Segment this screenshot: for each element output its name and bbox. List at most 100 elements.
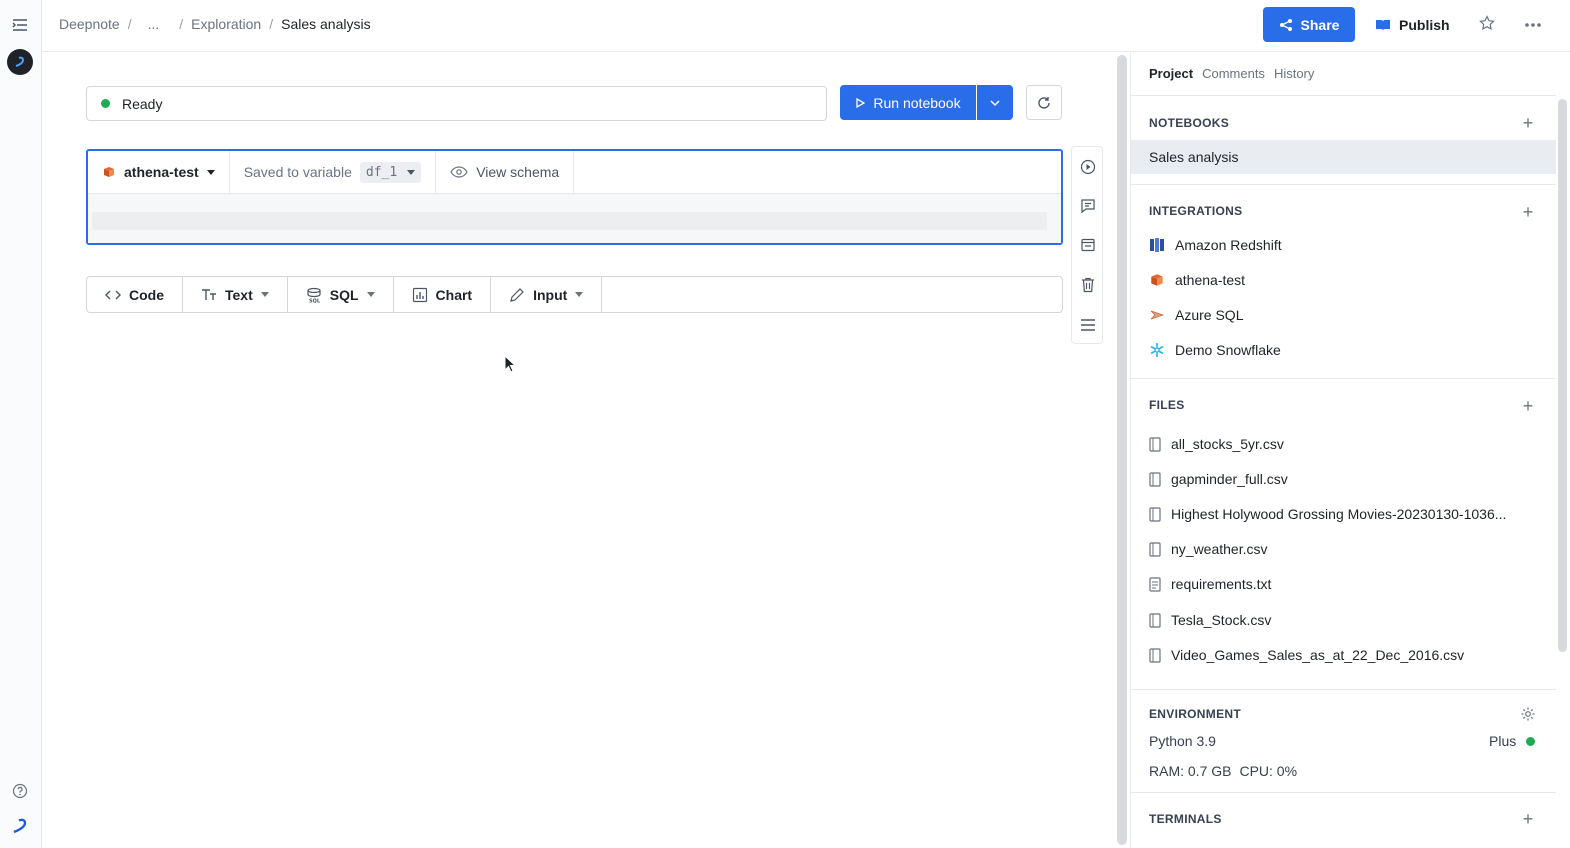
python-version: Python 3.9 — [1149, 733, 1216, 749]
svg-text:SQL: SQL — [309, 298, 321, 303]
book-icon — [1376, 19, 1390, 31]
cell-output-icon[interactable] — [1078, 235, 1098, 255]
file-item[interactable]: all_stocks_5yr.csv — [1149, 436, 1284, 452]
refresh-icon — [1038, 96, 1050, 109]
integration-item[interactable]: athena-test — [1149, 272, 1245, 288]
plan-badge[interactable]: Plus — [1489, 733, 1536, 749]
file-name: Highest Holywood Grossing Movies-2023013… — [1171, 506, 1507, 522]
add-code-label: Code — [129, 286, 164, 303]
integration-item[interactable]: Azure SQL — [1149, 307, 1243, 323]
plan-text: Plus — [1489, 733, 1517, 749]
mouse-cursor-icon — [504, 354, 517, 378]
sql-editor[interactable] — [88, 194, 1061, 243]
file-item[interactable]: Highest Holywood Grossing Movies-2023013… — [1149, 506, 1506, 522]
ram-usage: RAM: 0.7 GB — [1149, 763, 1232, 779]
tab-project[interactable]: Project — [1149, 66, 1193, 81]
redshift-icon — [1150, 238, 1164, 252]
python-version-text: Python 3.9 — [1149, 733, 1216, 749]
add-chart-label: Chart — [435, 286, 473, 303]
breadcrumb: Deepnote / ... / Exploration / Sales ana… — [59, 16, 371, 32]
integration-name: athena-test — [1175, 272, 1246, 288]
status-text: Ready — [122, 95, 163, 112]
publish-label: Publish — [1399, 16, 1450, 33]
file-item[interactable]: ny_weather.csv — [1149, 541, 1268, 557]
sql-editor-line[interactable] — [92, 212, 1047, 230]
view-schema-label: View schema — [476, 164, 560, 180]
comment-icon[interactable] — [1078, 196, 1098, 216]
tab-comments[interactable]: Comments — [1202, 66, 1265, 81]
resource-usage: RAM: 0.7 GB CPU: 0% — [1149, 763, 1297, 779]
delete-icon[interactable] — [1078, 275, 1098, 295]
run-cell-icon[interactable] — [1078, 157, 1098, 177]
sql-cell[interactable]: athena-test Saved to variable df_1 View … — [86, 149, 1063, 245]
sql-icon: SQL — [307, 287, 321, 303]
more-options-icon[interactable] — [1524, 15, 1544, 35]
text-file-icon — [1149, 576, 1161, 592]
add-text-button[interactable]: Text — [183, 277, 288, 312]
add-terminal-icon[interactable]: + — [1520, 810, 1536, 828]
add-input-label: Input — [533, 286, 568, 303]
breadcrumb-ellipsis[interactable]: ... — [148, 16, 160, 32]
integration-item[interactable]: Demo Snowflake — [1149, 342, 1281, 358]
file-icon — [1149, 471, 1161, 487]
add-file-icon[interactable]: + — [1520, 397, 1536, 415]
add-input-button[interactable]: Input — [491, 277, 603, 312]
azure-sql-icon — [1150, 310, 1165, 320]
breadcrumb-separator: / — [179, 16, 184, 32]
divider — [1131, 95, 1556, 96]
restart-kernel-button[interactable] — [1026, 85, 1062, 120]
integration-name: Amazon Redshift — [1175, 237, 1282, 253]
integration-selector[interactable]: athena-test — [88, 151, 230, 193]
breadcrumb-separator: / — [127, 16, 132, 32]
help-icon[interactable] — [9, 780, 31, 802]
share-button[interactable]: Share — [1263, 7, 1355, 42]
sql-cell-header: athena-test Saved to variable df_1 View … — [88, 151, 1061, 194]
publish-button[interactable]: Publish — [1375, 7, 1450, 42]
cell-toolbar — [1071, 146, 1103, 344]
toggle-sidebar-icon[interactable] — [9, 14, 31, 36]
status-dot — [101, 99, 110, 108]
add-code-button[interactable]: Code — [87, 277, 183, 312]
file-item[interactable]: Video_Games_Sales_as_at_22_Dec_2016.csv — [1149, 647, 1464, 663]
divider — [1131, 184, 1556, 185]
variable-name-field[interactable]: df_1 — [359, 161, 422, 183]
add-sql-button[interactable]: SQL SQL — [288, 277, 394, 312]
deepnote-logo-icon[interactable] — [7, 49, 33, 75]
variable-name: df_1 — [365, 164, 398, 180]
file-icon — [1149, 541, 1161, 557]
share-icon — [1279, 18, 1292, 31]
file-name: Video_Games_Sales_as_at_22_Dec_2016.csv — [1171, 647, 1465, 663]
view-schema-button[interactable]: View schema — [436, 151, 575, 193]
breadcrumb-workspace[interactable]: Deepnote — [59, 16, 120, 32]
eye-icon — [450, 166, 468, 178]
status-dot — [1526, 736, 1536, 746]
file-icon — [1149, 647, 1161, 663]
file-item[interactable]: Tesla_Stock.csv — [1149, 612, 1271, 628]
add-integration-icon[interactable]: + — [1520, 203, 1536, 221]
panel-scrollbar[interactable] — [1558, 99, 1567, 652]
add-block-bar: Code Text SQL SQL Chart Input — [86, 276, 1063, 313]
breadcrumb-folder[interactable]: Exploration — [191, 16, 261, 32]
saved-to-variable-label: Saved to variable — [243, 164, 352, 180]
integration-name: Azure SQL — [1175, 307, 1244, 323]
star-icon[interactable] — [1479, 15, 1499, 35]
add-chart-button[interactable]: Chart — [394, 277, 492, 312]
cpu-usage: CPU: 0% — [1239, 763, 1298, 779]
file-item[interactable]: gapminder_full.csv — [1149, 471, 1288, 487]
run-options-dropdown[interactable] — [977, 85, 1013, 120]
file-item[interactable]: requirements.txt — [1149, 576, 1271, 592]
notebook-item[interactable]: Sales analysis — [1131, 140, 1556, 174]
menu-icon[interactable] — [1078, 315, 1098, 335]
gear-icon[interactable] — [1520, 706, 1536, 722]
run-notebook-button[interactable]: Run notebook — [840, 85, 976, 120]
file-name: all_stocks_5yr.csv — [1171, 436, 1284, 452]
snowflake-icon — [1150, 343, 1164, 357]
tab-history[interactable]: History — [1274, 66, 1314, 81]
add-notebook-icon[interactable]: + — [1520, 114, 1536, 132]
breadcrumb-current[interactable]: Sales analysis — [281, 16, 371, 32]
main-scrollbar[interactable] — [1117, 55, 1127, 845]
athena-icon — [104, 167, 114, 177]
deepnote-bottom-logo-icon[interactable] — [9, 815, 31, 837]
integration-item[interactable]: Amazon Redshift — [1149, 237, 1282, 253]
athena-icon — [1151, 274, 1163, 286]
